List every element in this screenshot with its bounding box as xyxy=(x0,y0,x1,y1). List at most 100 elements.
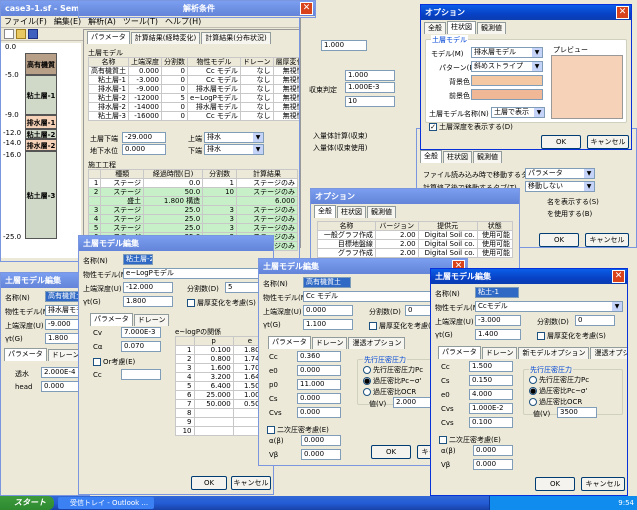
menu-file[interactable]: ファイル(F) xyxy=(4,17,47,26)
model-select[interactable]: 排水層モデル ▼ xyxy=(471,47,543,58)
table-row[interactable]: 高有機質土0.0000Cc モデルなし無視性 xyxy=(88,66,299,76)
name-input[interactable]: 粘土-1 xyxy=(475,287,519,298)
option-back-ok-button[interactable]: OK xyxy=(539,233,579,247)
tab-drain[interactable]: ドレーン xyxy=(481,347,518,359)
name-input[interactable]: 高有機質土 xyxy=(303,277,351,288)
close-icon[interactable]: ✕ xyxy=(300,2,313,15)
name-input[interactable]: 粘土層-2 xyxy=(123,254,153,265)
table-row[interactable]: 排水層-1-9.0000排水層モデルなし無視性 xyxy=(88,84,299,94)
edit1-titlebar[interactable]: 土層モデル編集 xyxy=(1,273,89,288)
analysis-titlebar[interactable]: 解析条件 ✕ xyxy=(79,1,315,16)
radio-pc[interactable]: 先行圧密圧力Pc xyxy=(363,365,423,375)
fg-color-swatch[interactable] xyxy=(471,75,543,86)
menu-edit[interactable]: 編集(E) xyxy=(54,17,81,26)
soil-header[interactable]: ドレーン xyxy=(239,57,274,67)
param-input[interactable]: 0.000 xyxy=(297,365,341,376)
soil-header[interactable]: 物性モデル xyxy=(187,57,241,67)
after-calc-tab-select[interactable]: 移動しない ▼ xyxy=(525,181,595,192)
option-ok-button[interactable]: OK xyxy=(541,135,581,149)
table-row[interactable]: 盛土 1.800 構造 6.000 xyxy=(87,196,298,206)
param-input[interactable]: 0.150 xyxy=(469,375,513,386)
table-row[interactable]: 9 xyxy=(175,417,268,427)
table-row[interactable]: 2 ステージ 50.0 10 ステージのみ xyxy=(87,187,298,197)
value-input[interactable]: 2.000 xyxy=(393,397,433,408)
param-input[interactable]: 4.000 xyxy=(469,389,513,400)
option-titlebar[interactable]: オプション ✕ xyxy=(421,5,631,20)
groundwater-input[interactable]: 0.000 xyxy=(122,144,166,155)
elogp-header[interactable] xyxy=(175,336,195,346)
vbeta-input[interactable]: 0.000 xyxy=(473,459,513,470)
close-icon[interactable]: ✕ xyxy=(612,270,625,283)
edit2-titlebar[interactable]: 土層モデル編集 xyxy=(79,236,273,251)
save-icon[interactable] xyxy=(28,29,38,39)
show-depth-checkbox[interactable]: ✓ 土層深度を表示する(D) xyxy=(429,122,513,132)
gamma-input[interactable]: 1.800 xyxy=(123,296,173,307)
tab-column[interactable]: 柱状図 xyxy=(337,206,366,218)
table-row[interactable]: 3 1.600 1.700 xyxy=(175,363,268,373)
model-select[interactable]: Ccモデル ▼ xyxy=(475,301,623,312)
table-row[interactable]: 7 50.000 0.500 xyxy=(175,399,268,409)
soil-layer-clay-1[interactable]: 粘土層-1 xyxy=(25,75,57,115)
construct-header[interactable] xyxy=(87,169,102,179)
tab-parameters[interactable]: パラメータ xyxy=(87,31,130,44)
taskbar-item-outlook[interactable]: 受信トレイ - Outlook ... xyxy=(58,497,154,509)
tab-general[interactable]: 全般 xyxy=(424,22,446,34)
cv-input[interactable]: 7.000E-3 xyxy=(121,327,161,338)
table-row[interactable]: 粘土層-3-160000Cc モデルなし無視性 xyxy=(88,111,299,121)
param-input[interactable]: 0.100 xyxy=(469,417,513,428)
soil-header[interactable]: 分割数 xyxy=(161,57,188,67)
tab-parameters[interactable]: パラメータ xyxy=(438,346,481,359)
construct-header[interactable]: 分割数 xyxy=(202,169,237,179)
secondary-consolidation-checkbox[interactable]: 二次圧密考慮(E) xyxy=(439,435,501,445)
close-icon[interactable]: ✕ xyxy=(616,6,629,19)
depth-input[interactable]: -12.000 xyxy=(123,282,173,293)
table-row[interactable]: 目標地盤線 2.00 Digital Soil co. 使用可能 xyxy=(317,239,514,249)
max-iter-input[interactable]: 10 xyxy=(345,96,395,107)
thickness-checkbox[interactable]: 層厚変化を考慮(S) xyxy=(537,331,606,341)
table-row[interactable]: 3 ステージ 25.0 3 ステージのみ xyxy=(87,205,298,215)
depth-input[interactable]: 0.000 xyxy=(303,305,353,316)
display-name-select[interactable]: 土層で表示 ▼ xyxy=(491,107,545,118)
soil-layer-clay-3[interactable]: 粘土層-3 xyxy=(25,151,57,239)
table-row[interactable]: 一般グラフ作成 2.00 Digital Soil co. 使用可能 xyxy=(317,230,514,240)
param-input[interactable]: 11.000 xyxy=(297,379,341,390)
use-option-label[interactable]: を使用する(B) xyxy=(547,209,592,219)
div-input[interactable]: 0 xyxy=(575,315,615,326)
construct-header[interactable]: 種類 xyxy=(100,169,145,179)
table-row[interactable]: 5 6.400 1.500 xyxy=(175,381,268,391)
convergence-input[interactable]: 1.000 xyxy=(345,70,395,81)
show-name-label[interactable]: 名を表示する(S) xyxy=(547,197,599,207)
table-row[interactable]: 粘土層-2-120005e~LogPモデルなし無視性 xyxy=(88,93,299,103)
table-row[interactable]: 粘土層-1-3.0000Cc モデルなし無視性 xyxy=(88,75,299,85)
soil-layer-drain-2[interactable]: 排水層-2 xyxy=(25,139,57,151)
edit4-cancel-button[interactable]: キャンセル xyxy=(581,477,625,491)
edit4-ok-button[interactable]: OK xyxy=(535,477,575,491)
soil-header[interactable]: 層厚変化 xyxy=(272,57,299,67)
table-row[interactable]: 排水層-2-140000排水層モデルなし無視性 xyxy=(88,102,299,112)
tab-new-model[interactable]: 新モデルオプション xyxy=(518,347,590,359)
tab-observation[interactable]: 観測値 xyxy=(473,151,502,163)
option-back-cancel-button[interactable]: キャンセル xyxy=(585,233,629,247)
table-row[interactable]: 5 ステージ 25.0 3 ステージのみ xyxy=(87,223,298,233)
soil-header[interactable]: 名称 xyxy=(88,57,129,67)
top-boundary-select[interactable]: 排水 ▼ xyxy=(204,132,264,143)
tolerance-input[interactable]: 1.000E-3 xyxy=(345,82,395,93)
soil-layer-organic[interactable]: 高有機質土 xyxy=(25,53,57,91)
table-row[interactable]: 8 xyxy=(175,408,268,418)
edit3-ok-button[interactable]: OK xyxy=(371,445,411,459)
thickness-checkbox[interactable]: 層厚変化を考慮(S) xyxy=(369,321,438,331)
tab-general[interactable]: 全般 xyxy=(420,150,442,163)
edit4-titlebar[interactable]: 土層モデル編集 ✕ xyxy=(431,269,627,284)
tab-results-dist[interactable]: 計算結果(分布状況) xyxy=(201,32,271,44)
plugin-header[interactable]: バージョン xyxy=(374,221,419,231)
soil-layer-clay-2[interactable]: 粘土層-2 xyxy=(25,129,57,139)
table-row[interactable]: グラフ作成 2.00 Digital Soil co. 使用可能 xyxy=(317,248,514,258)
startup-tab-select[interactable]: パラメータ ▼ xyxy=(525,168,595,179)
table-row[interactable]: 1 ステージ 0.0 1 ステージのみ xyxy=(87,178,298,188)
alpha-input[interactable]: 0.000 xyxy=(301,435,341,446)
edit2-cancel-button[interactable]: キャンセル xyxy=(231,476,271,490)
param-input[interactable]: 0.000 xyxy=(297,393,341,404)
alpha-input[interactable]: 0.000 xyxy=(473,445,513,456)
table-row[interactable]: 2 0.800 1.740 xyxy=(175,354,268,364)
param-input[interactable]: 1.500 xyxy=(469,361,513,372)
